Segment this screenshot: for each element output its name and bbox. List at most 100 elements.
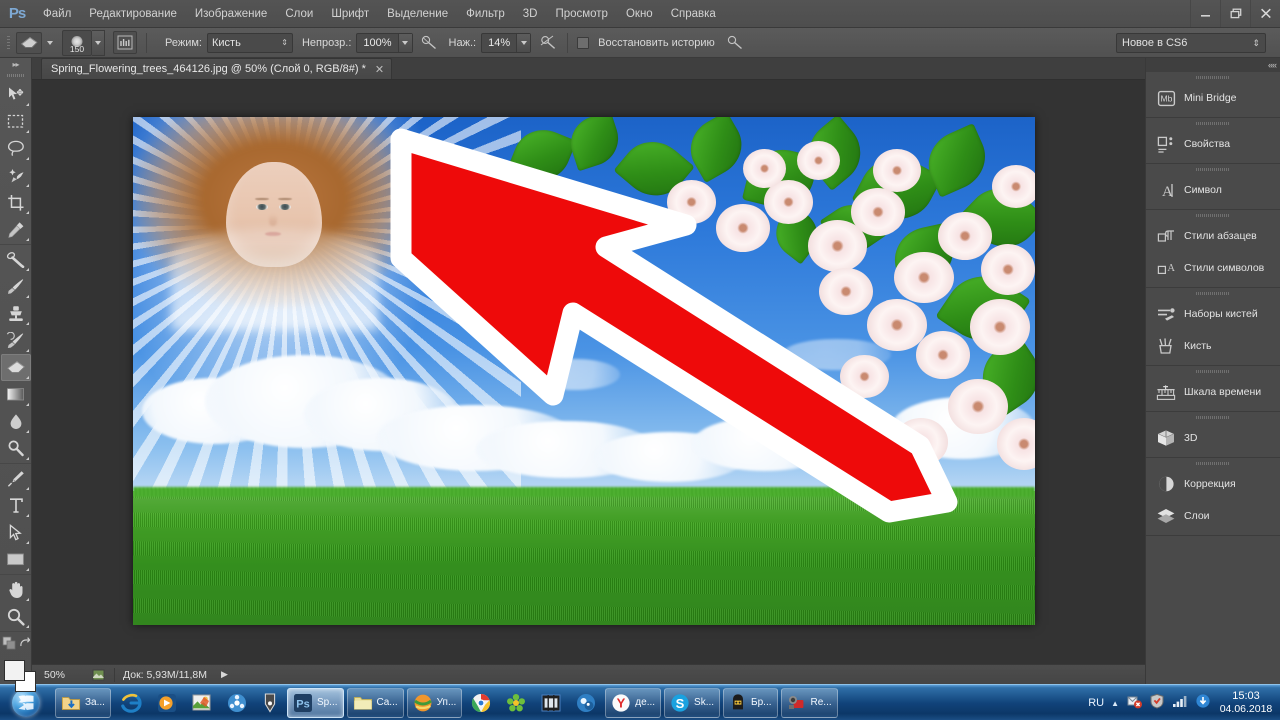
- tray-action-center-icon[interactable]: [1126, 693, 1142, 714]
- panel-group-grip[interactable]: [1146, 288, 1280, 298]
- taskbar-movie-maker[interactable]: [535, 688, 567, 718]
- rectangle-shape-tool[interactable]: [1, 546, 31, 573]
- quick-selection-tool[interactable]: [1, 162, 31, 189]
- taskbar-browser-app[interactable]: Бр...: [723, 687, 778, 718]
- eraser-tool[interactable]: [0, 354, 31, 381]
- canvas-workspace[interactable]: AM Бери и делай: [32, 80, 1145, 664]
- menu-layers[interactable]: Слои: [276, 1, 322, 27]
- status-bar-menu-icon[interactable]: ▶: [221, 669, 228, 680]
- restore-history-checkbox[interactable]: [577, 36, 590, 49]
- foreground-color-swatch[interactable]: [4, 660, 25, 681]
- close-button[interactable]: [1250, 0, 1280, 27]
- panel-character[interactable]: A Символ: [1146, 174, 1280, 206]
- taskbar-camtasia[interactable]: [256, 688, 284, 718]
- panel-group-grip[interactable]: [1146, 458, 1280, 468]
- move-tool[interactable]: [1, 81, 31, 108]
- menu-window[interactable]: Окно: [617, 1, 662, 27]
- brush-size-preview[interactable]: 150: [62, 29, 92, 56]
- document-tab-close-icon[interactable]: ✕: [375, 63, 384, 76]
- history-brush-tool[interactable]: [1, 327, 31, 354]
- toggle-brush-panel-button[interactable]: [113, 31, 137, 54]
- healing-brush-tool[interactable]: [1, 246, 31, 273]
- gradient-tool[interactable]: [1, 381, 31, 408]
- taskbar-picture-viewer[interactable]: [186, 688, 218, 718]
- tray-updates-icon[interactable]: [1195, 693, 1211, 714]
- panel-paragraph-styles[interactable]: Стили абзацев: [1146, 220, 1280, 252]
- eyedropper-tool[interactable]: [1, 216, 31, 243]
- panel-layers[interactable]: Слои: [1146, 500, 1280, 532]
- document-canvas[interactable]: [133, 117, 1035, 625]
- taskbar-yandex[interactable]: Y де...: [605, 687, 662, 718]
- flow-chevron-icon[interactable]: [516, 33, 531, 52]
- crop-tool[interactable]: [1, 189, 31, 216]
- flow-field[interactable]: 14%: [481, 32, 532, 53]
- panel-group-grip[interactable]: [1146, 412, 1280, 422]
- taskbar-chrome[interactable]: [465, 688, 497, 718]
- panel-timeline[interactable]: Шкала времени: [1146, 376, 1280, 408]
- panel-adjustments[interactable]: Коррекция: [1146, 468, 1280, 500]
- stamp-tool[interactable]: [1, 300, 31, 327]
- type-tool[interactable]: [1, 492, 31, 519]
- panel-brush[interactable]: Кисть: [1146, 330, 1280, 362]
- taskbar-media-player[interactable]: [151, 688, 183, 718]
- rectangular-select-tool[interactable]: [1, 108, 31, 135]
- taskbar-downloads[interactable]: За...: [55, 687, 111, 718]
- taskbar-photoshop[interactable]: Ps Sp...: [286, 687, 344, 718]
- active-tool-eraser-icon[interactable]: [16, 31, 42, 54]
- tool-preset-chevron-icon[interactable]: [47, 40, 53, 45]
- airbrush-toggle-icon[interactable]: [726, 33, 746, 53]
- menu-type[interactable]: Шрифт: [322, 1, 378, 27]
- zoom-tool[interactable]: [1, 603, 31, 630]
- tray-antivirus-icon[interactable]: [1149, 693, 1165, 714]
- panel-group-grip[interactable]: [1146, 72, 1280, 82]
- clock[interactable]: 15:03 04.06.2018: [1218, 690, 1274, 716]
- panel-3d[interactable]: 3D: [1146, 422, 1280, 454]
- blur-tool[interactable]: [1, 408, 31, 435]
- menu-view[interactable]: Просмотр: [546, 1, 617, 27]
- tools-panel-collapse-button[interactable]: ▸▸: [0, 58, 31, 70]
- keyboard-layout-indicator[interactable]: RU: [1088, 697, 1104, 709]
- restore-button[interactable]: [1220, 0, 1250, 27]
- flow-pressure-toggle-icon[interactable]: [538, 33, 558, 53]
- menu-3d[interactable]: 3D: [514, 1, 547, 27]
- mode-select[interactable]: Кисть ⇕: [206, 32, 293, 53]
- taskbar-flower-app[interactable]: [500, 688, 532, 718]
- panel-mini-bridge[interactable]: Mb Mini Bridge: [1146, 82, 1280, 114]
- opacity-chevron-icon[interactable]: [397, 33, 412, 52]
- panel-brush-presets[interactable]: Наборы кистей: [1146, 298, 1280, 330]
- menu-help[interactable]: Справка: [662, 1, 725, 27]
- minimize-button[interactable]: [1190, 0, 1220, 27]
- dodge-tool[interactable]: [1, 435, 31, 462]
- panel-group-grip[interactable]: [1146, 164, 1280, 174]
- menu-image[interactable]: Изображение: [186, 1, 276, 27]
- document-tab[interactable]: Spring_Flowering_trees_464126.jpg @ 50% …: [41, 58, 393, 79]
- show-hidden-icons-button[interactable]: ▲: [1111, 699, 1119, 708]
- dock-expand-icon[interactable]: ««: [1268, 60, 1277, 70]
- menu-select[interactable]: Выделение: [378, 1, 457, 27]
- opacity-pressure-toggle-icon[interactable]: [420, 33, 440, 53]
- opacity-field[interactable]: 100%: [356, 32, 413, 53]
- taskbar-folder[interactable]: Ca...: [346, 687, 404, 718]
- workspace-preset-select[interactable]: Новое в CS6 ⇕: [1116, 33, 1266, 53]
- taskbar-recorder[interactable]: Re...: [780, 687, 838, 718]
- panel-properties[interactable]: Свойства: [1146, 128, 1280, 160]
- menu-filter[interactable]: Фильтр: [457, 1, 514, 27]
- zoom-level[interactable]: 50%: [44, 669, 90, 681]
- pen-tool[interactable]: [1, 465, 31, 492]
- brush-tool[interactable]: [1, 273, 31, 300]
- taskbar-skype[interactable]: S Sk...: [664, 687, 721, 718]
- taskbar-kmplayer[interactable]: [221, 688, 253, 718]
- menu-file[interactable]: Файл: [34, 1, 80, 27]
- panel-group-grip[interactable]: [1146, 118, 1280, 128]
- panel-group-grip[interactable]: [1146, 366, 1280, 376]
- tools-panel-grip[interactable]: [0, 70, 31, 80]
- tray-network-icon[interactable]: [1172, 694, 1188, 713]
- taskbar-internet-explorer[interactable]: [114, 688, 148, 718]
- taskbar-lesson[interactable]: Уп...: [406, 687, 463, 718]
- lasso-tool[interactable]: [1, 135, 31, 162]
- panel-character-styles[interactable]: A Стили символов: [1146, 252, 1280, 284]
- options-bar-grip[interactable]: [4, 31, 13, 55]
- menu-edit[interactable]: Редактирование: [80, 1, 186, 27]
- panel-group-grip[interactable]: [1146, 210, 1280, 220]
- brush-picker-chevron-icon[interactable]: [92, 29, 105, 56]
